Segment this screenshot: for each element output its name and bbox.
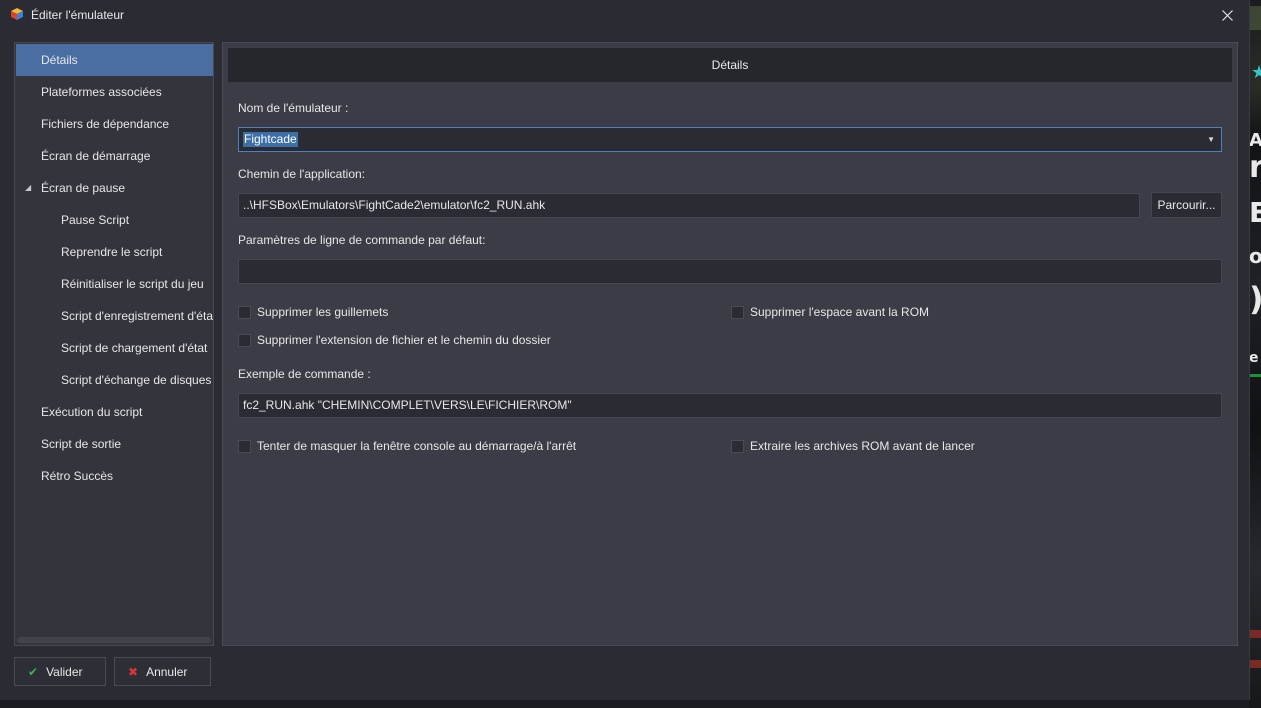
hide-console-checkbox-row[interactable]: Tenter de masquer la fenêtre console au … <box>238 438 576 454</box>
sidebar-item-associated-platforms[interactable]: Plateformes associées <box>16 76 213 108</box>
bg-glyph: o <box>1249 244 1261 268</box>
remove-space-checkbox[interactable] <box>731 305 744 319</box>
sidebar-item-disc-swap-script[interactable]: Script d'échange de disques <box>16 364 213 396</box>
extract-rom-checkbox[interactable] <box>731 439 744 453</box>
sidebar-item-startup-screen[interactable]: Écran de démarrage <box>16 140 213 172</box>
dialog-window: Éditer l'émulateur Détails Plateformes a… <box>0 0 1250 700</box>
panel-header: Détails <box>228 48 1232 82</box>
remove-quotes-label: Supprimer les guillemets <box>257 305 389 319</box>
bg-star-icon: ★ <box>1251 62 1261 82</box>
sidebar-item-dependency-files[interactable]: Fichiers de dépendance <box>16 108 213 140</box>
bg-glyph: A <box>1249 130 1261 151</box>
close-icon[interactable] <box>1221 9 1233 21</box>
ok-button-label: Valider <box>46 664 83 679</box>
window-title: Éditer l'émulateur <box>31 8 124 22</box>
cmdline-label: Paramètres de ligne de commande par défa… <box>238 233 486 247</box>
cmdline-input[interactable] <box>238 259 1222 284</box>
bg-glyph <box>1249 6 1261 30</box>
chevron-down-icon[interactable]: ▼ <box>1207 128 1215 151</box>
bg-glyph: e <box>1249 350 1259 366</box>
sidebar-item-pause-script[interactable]: Pause Script <box>16 204 213 236</box>
example-command-label: Exemple de commande : <box>238 367 371 381</box>
sidebar-item-label: Script d'enregistrement d'état <box>61 309 213 323</box>
bg-glyph: r <box>1249 150 1261 185</box>
sidebar-item-save-state-script[interactable]: Script d'enregistrement d'état <box>16 300 213 332</box>
sidebar-item-reset-game-script[interactable]: Réinitialiser le script du jeu <box>16 268 213 300</box>
remove-quotes-checkbox[interactable] <box>238 305 251 319</box>
checkmark-icon: ✔ <box>28 664 39 679</box>
emulator-name-label: Nom de l'émulateur : <box>238 101 349 115</box>
emulator-name-value: Fightcade <box>243 132 298 147</box>
sidebar-item-pause-screen[interactable]: ◢ Écran de pause <box>16 172 213 204</box>
sidebar-item-label: Fichiers de dépendance <box>41 117 170 131</box>
app-cube-icon <box>11 8 23 20</box>
sidebar-item-exit-script[interactable]: Script de sortie <box>16 428 213 460</box>
sidebar-item-label: Pause Script <box>61 213 130 227</box>
sidebar-item-resume-script[interactable]: Reprendre le script <box>16 236 213 268</box>
extract-rom-label: Extraire les archives ROM avant de lance… <box>750 439 975 453</box>
bg-glyph: ) <box>1249 280 1261 318</box>
sidebar-item-label: Réinitialiser le script du jeu <box>61 277 204 291</box>
remove-space-checkbox-row[interactable]: Supprimer l'espace avant la ROM <box>731 304 929 320</box>
sidebar-item-label: Script de sortie <box>41 437 122 451</box>
bg-glyph: E <box>1249 196 1261 229</box>
sidebar-item-load-state-script[interactable]: Script de chargement d'état <box>16 332 213 364</box>
extract-rom-checkbox-row[interactable]: Extraire les archives ROM avant de lance… <box>731 438 975 454</box>
sidebar-item-label: Script de chargement d'état <box>61 341 208 355</box>
sidebar-item-label: Écran de démarrage <box>41 149 151 163</box>
sidebar-item-retro-achievements[interactable]: Rétro Succès <box>16 460 213 492</box>
sidebar-item-label: Écran de pause <box>41 181 126 195</box>
ok-button[interactable]: ✔ Valider <box>14 657 106 686</box>
hide-console-checkbox[interactable] <box>238 439 251 453</box>
browse-button[interactable]: Parcourir... <box>1151 192 1222 218</box>
app-path-label: Chemin de l'application: <box>238 167 366 181</box>
title-bar: Éditer l'émulateur <box>0 0 1249 30</box>
triangle-expanded-icon[interactable]: ◢ <box>25 172 31 204</box>
sidebar-item-label: Rétro Succès <box>41 469 114 483</box>
sidebar-item-label: Détails <box>41 53 78 67</box>
remove-extension-checkbox-row[interactable]: Supprimer l'extension de fichier et le c… <box>238 332 551 348</box>
app-path-value: ..\HFSBox\Emulators\FightCade2\emulator\… <box>243 198 546 212</box>
emulator-name-combo[interactable]: Fightcade ▼ <box>238 127 1222 152</box>
details-panel: Détails Nom de l'émulateur : Fightcade ▼… <box>222 42 1238 646</box>
cancel-button[interactable]: ✖ Annuler <box>114 657 211 686</box>
sidebar-horizontal-scrollbar[interactable] <box>17 637 211 643</box>
sidebar-item-label: Exécution du script <box>41 405 143 419</box>
app-path-input[interactable]: ..\HFSBox\Emulators\FightCade2\emulator\… <box>238 193 1140 218</box>
sidebar-nav: Détails Plateformes associées Fichiers d… <box>14 42 214 646</box>
sidebar-item-label: Plateformes associées <box>41 85 162 99</box>
hide-console-label: Tenter de masquer la fenêtre console au … <box>257 439 577 453</box>
sidebar-item-label: Reprendre le script <box>61 245 163 259</box>
cancel-button-label: Annuler <box>146 664 188 679</box>
remove-quotes-checkbox-row[interactable]: Supprimer les guillemets <box>238 304 388 320</box>
cross-icon: ✖ <box>128 664 139 679</box>
remove-space-label: Supprimer l'espace avant la ROM <box>750 305 930 319</box>
bg-accent <box>1249 630 1261 638</box>
sidebar-item-details[interactable]: Détails <box>16 44 213 76</box>
example-command-field: fc2_RUN.ahk "CHEMIN\COMPLET\VERS\LE\FICH… <box>238 393 1222 418</box>
bg-accent-line <box>1249 374 1261 377</box>
background-desktop-strip: ★ A r E o ) e <box>1249 0 1261 708</box>
example-command-value: fc2_RUN.ahk "CHEMIN\COMPLET\VERS\LE\FICH… <box>243 398 572 412</box>
bg-accent <box>1249 660 1261 668</box>
sidebar-item-run-script[interactable]: Exécution du script <box>16 396 213 428</box>
remove-extension-label: Supprimer l'extension de fichier et le c… <box>257 333 551 347</box>
sidebar-item-label: Script d'échange de disques <box>61 373 212 387</box>
remove-extension-checkbox[interactable] <box>238 333 251 347</box>
close-button[interactable] <box>1214 3 1240 27</box>
